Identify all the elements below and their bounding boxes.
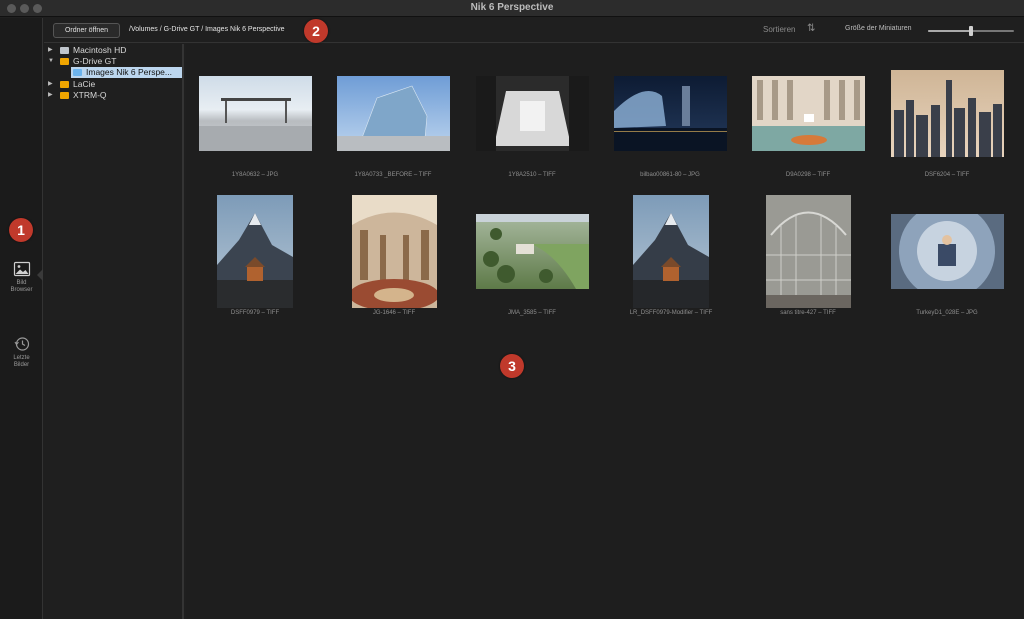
thumbnail-size-slider-handle[interactable]: [969, 26, 973, 36]
tree-item-g-drive-gt[interactable]: ▼ G-Drive GT: [44, 56, 182, 67]
photo-night-city: [614, 86, 727, 151]
folder-path: /Volumes / G-Drive GT / Images Nik 6 Per…: [129, 26, 285, 33]
thumbnail-caption: 1Y8A0733 _BEFORE – TIFF: [354, 172, 432, 178]
left-nav: Bild Browser Letzte Bilder: [0, 18, 43, 619]
photo-cathedral-interior: [352, 195, 437, 308]
expand-arrow-icon[interactable]: ▶: [48, 45, 53, 56]
tree-item-lacie[interactable]: ▶ LaCie: [44, 79, 182, 90]
thumbnail-caption: JG-1646 – TIFF: [372, 310, 416, 316]
thumbnail-jg-1646[interactable]: [352, 195, 437, 308]
open-folder-button[interactable]: Ordner öffnen: [53, 23, 120, 38]
thumbnail-dsff0979[interactable]: [217, 195, 293, 308]
folder-icon: [73, 69, 82, 76]
drive-icon: [60, 47, 69, 54]
callout-badge-2: 2: [304, 19, 328, 43]
photo-manhattan-skyline: [894, 80, 1002, 157]
thumbnail-bilbao00861[interactable]: [614, 76, 727, 151]
thumbnail-1y8a0733[interactable]: [337, 76, 450, 151]
folder-tree: ▶ Macintosh HD ▼ G-Drive GT Images Nik 6…: [44, 44, 184, 619]
history-clock-icon: [14, 337, 29, 351]
photo-plaza-canopy: [199, 98, 312, 151]
thumbnail-size-label: Größe der Miniaturen: [845, 25, 912, 32]
thumbnail-size-slider-fill: [928, 30, 971, 32]
thumbnail-turkeyd1-028e[interactable]: [891, 214, 1004, 289]
photo-aerial-park: [476, 214, 589, 289]
nav-recent-images[interactable]: Letzte Bilder: [0, 336, 43, 369]
photo-mountain-cabin: [217, 213, 293, 308]
callout-badge-1: 1: [9, 218, 33, 242]
title-bar: Nik 6 Perspective: [0, 0, 1024, 17]
thumbnail-lr-dsff0979-modifier[interactable]: [633, 195, 709, 308]
photo-basketball-court: [752, 76, 865, 151]
thumbnail-caption: 1Y8A0632 – JPG: [231, 172, 279, 178]
collapse-arrow-icon[interactable]: ▼: [48, 56, 54, 67]
thumbnail-grid: 1Y8A0632 – JPG 1Y8A0733 _BEFORE – TIFF 1…: [186, 44, 1024, 619]
photo-corridor: [476, 76, 589, 151]
thumbnail-jma-3585[interactable]: [476, 214, 589, 289]
thumbnail-caption: DSFF0979 – TIFF: [230, 310, 280, 316]
expand-arrow-icon[interactable]: ▶: [48, 79, 53, 90]
thumbnail-dsf6204[interactable]: [891, 70, 1004, 157]
thumbnail-caption: JMA_3585 – TIFF: [508, 310, 556, 316]
drive-icon: [60, 58, 69, 65]
photo-mountain-cabin-edited: [633, 213, 709, 308]
sort-arrows-icon[interactable]: ⇅: [807, 23, 815, 34]
photo-fisheye-interior: [899, 214, 995, 289]
thumbnail-caption: D9A0298 – TIFF: [785, 172, 831, 178]
photo-glass-building: [337, 85, 450, 151]
thumbnail-1y8a0632[interactable]: [199, 76, 312, 151]
tree-item-label: XTRM-Q: [73, 90, 107, 100]
thumbnail-caption: LR_DSFF0979-Modifier – TIFF: [629, 310, 713, 316]
thumbnail-caption: TurkeyD1_028E – JPG: [916, 310, 978, 316]
tree-item-label: Images Nik 6 Perspe...: [86, 67, 172, 77]
thumbnail-caption: 1Y8A2510 – TIFF: [508, 172, 556, 178]
tree-item-label: Macintosh HD: [73, 45, 127, 55]
toolbar: Ordner öffnen /Volumes / G-Drive GT / Im…: [44, 18, 1024, 43]
tree-item-xtrm-q[interactable]: ▶ XTRM-Q: [44, 90, 182, 101]
thumbnail-size-slider[interactable]: [928, 26, 1014, 36]
callout-badge-3: 3: [500, 354, 524, 378]
nav-recent-images-label-2: Bilder: [13, 362, 30, 368]
nav-image-browser-label-2: Browser: [10, 287, 33, 293]
drive-icon: [60, 81, 69, 88]
thumbnail-caption: sans titre-427 – TIFF: [780, 310, 836, 316]
drive-icon: [60, 92, 69, 99]
expand-arrow-icon[interactable]: ▶: [48, 90, 53, 101]
tree-item-macintosh-hd[interactable]: ▶ Macintosh HD: [44, 45, 182, 56]
window-title: Nik 6 Perspective: [470, 2, 554, 13]
thumbnail-1y8a2510[interactable]: [476, 76, 589, 151]
photo-glass-palace: [766, 211, 851, 308]
thumbnail-caption: bilbao00861-80 – JPG: [640, 172, 700, 178]
image-browser-icon: [13, 261, 30, 277]
thumbnail-sans-titre-427[interactable]: [766, 195, 851, 308]
nav-recent-images-label-1: Letzte: [13, 355, 30, 361]
thumbnail-caption: DSF6204 – TIFF: [924, 172, 970, 178]
nav-image-browser-label-1: Bild: [16, 280, 27, 286]
thumbnail-d9a0298[interactable]: [752, 76, 865, 151]
tree-item-label: LaCie: [73, 79, 96, 89]
tree-item-images-nik-6[interactable]: Images Nik 6 Perspe...: [71, 67, 182, 78]
sort-label[interactable]: Sortieren: [763, 25, 795, 34]
active-nav-indicator: [37, 269, 43, 281]
tree-item-label: G-Drive GT: [73, 56, 117, 66]
